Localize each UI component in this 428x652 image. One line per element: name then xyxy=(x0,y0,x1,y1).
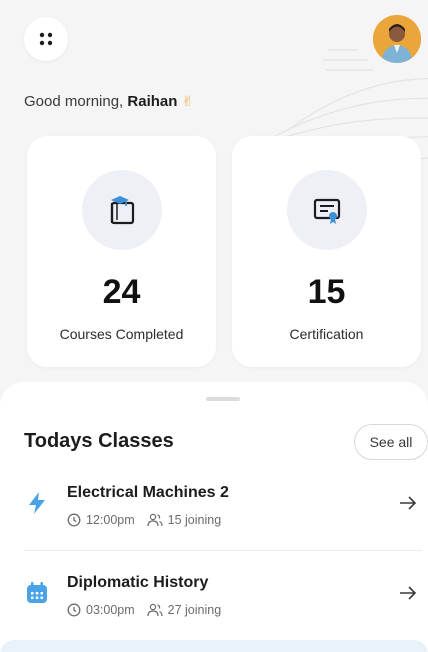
grid-dots-icon xyxy=(39,32,53,46)
user-avatar-image xyxy=(373,15,421,63)
class-name: Electrical Machines 2 xyxy=(67,484,229,501)
certification-count: 15 xyxy=(307,273,346,311)
users-icon xyxy=(147,603,163,617)
todays-classes-sheet: Todays Classes See all Electrical Machin… xyxy=(0,382,428,652)
greeting-text: Good morning, Raihan ✌ xyxy=(24,93,193,110)
arrow-right-icon[interactable] xyxy=(398,584,418,602)
class-list-item[interactable]: Diplomatic History 03:00pm 27 joining xyxy=(24,558,422,638)
arrow-right-icon[interactable] xyxy=(398,494,418,512)
courses-completed-count: 24 xyxy=(102,273,141,311)
victory-hand-icon: ✌ xyxy=(181,93,194,109)
book-icon xyxy=(110,196,135,225)
user-name: Raihan xyxy=(127,93,178,110)
menu-button[interactable] xyxy=(24,17,68,61)
see-all-button[interactable]: See all xyxy=(354,424,428,460)
class-meta: 12:00pm 15 joining xyxy=(67,513,233,527)
next-card-peek[interactable] xyxy=(0,640,428,652)
class-meta: 03:00pm 27 joining xyxy=(67,603,233,617)
sheet-drag-handle[interactable] xyxy=(206,397,240,401)
icon-circle xyxy=(82,170,162,250)
courses-completed-label: Courses Completed xyxy=(59,326,184,342)
certification-card[interactable]: 15 Certification xyxy=(232,136,421,367)
users-icon xyxy=(147,513,163,527)
class-joining: 27 joining xyxy=(167,603,222,617)
class-time: 03:00pm xyxy=(86,603,135,617)
icon-circle xyxy=(287,170,367,250)
class-name: Diplomatic History xyxy=(67,574,209,591)
certificate-icon xyxy=(313,198,341,224)
class-list-item[interactable]: Electrical Machines 2 12:00pm 15 joining xyxy=(24,468,422,548)
class-time: 12:00pm xyxy=(86,513,135,527)
certification-label: Certification xyxy=(289,326,364,342)
calendar-icon xyxy=(27,582,47,603)
greeting-prefix: Good morning, xyxy=(24,93,128,110)
lightning-icon xyxy=(29,492,45,514)
section-title: Todays Classes xyxy=(24,430,174,452)
divider xyxy=(24,550,422,551)
avatar[interactable] xyxy=(373,15,421,63)
class-joining: 15 joining xyxy=(167,513,222,527)
courses-completed-card[interactable]: 24 Courses Completed xyxy=(27,136,216,367)
clock-icon xyxy=(67,603,81,617)
clock-icon xyxy=(67,513,81,527)
header-area: Good morning, Raihan ✌ 24 Courses Comple… xyxy=(0,0,428,395)
